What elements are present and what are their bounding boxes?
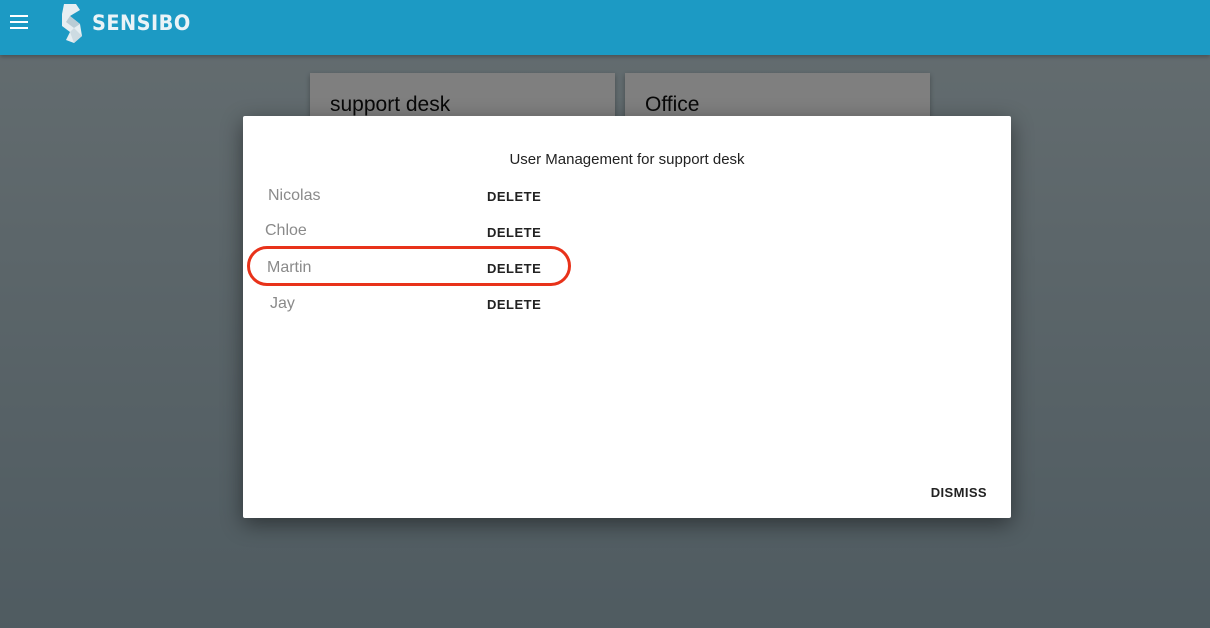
user-name: Jay	[270, 295, 295, 312]
delete-user-button[interactable]: DELETE	[487, 225, 541, 240]
dialog-title: User Management for support desk	[509, 151, 745, 168]
app-window: SENSIBO support desk Office User Managem…	[0, 0, 1210, 628]
user-management-dialog: User Management for support desk Nicolas…	[243, 116, 1011, 518]
delete-user-button[interactable]: DELETE	[487, 189, 541, 204]
user-row-jay: Jay DELETE	[243, 295, 643, 319]
brand-logo[interactable]: SENSIBO	[58, 2, 199, 44]
delete-user-button[interactable]: DELETE	[487, 297, 541, 312]
top-app-bar: SENSIBO	[0, 0, 1210, 55]
user-row-martin: Martin DELETE	[243, 259, 643, 283]
delete-user-button[interactable]: DELETE	[487, 261, 541, 276]
user-name: Nicolas	[268, 187, 321, 204]
user-row-chloe: Chloe DELETE	[243, 222, 643, 246]
brand-name: SENSIBO	[92, 11, 191, 35]
hamburger-menu-icon[interactable]	[10, 15, 28, 29]
sensibo-logo-icon	[62, 4, 82, 43]
user-name: Chloe	[265, 222, 307, 239]
dismiss-button[interactable]: DISMISS	[931, 485, 987, 500]
user-name: Martin	[267, 259, 312, 276]
user-row-nicolas: Nicolas DELETE	[243, 187, 643, 211]
